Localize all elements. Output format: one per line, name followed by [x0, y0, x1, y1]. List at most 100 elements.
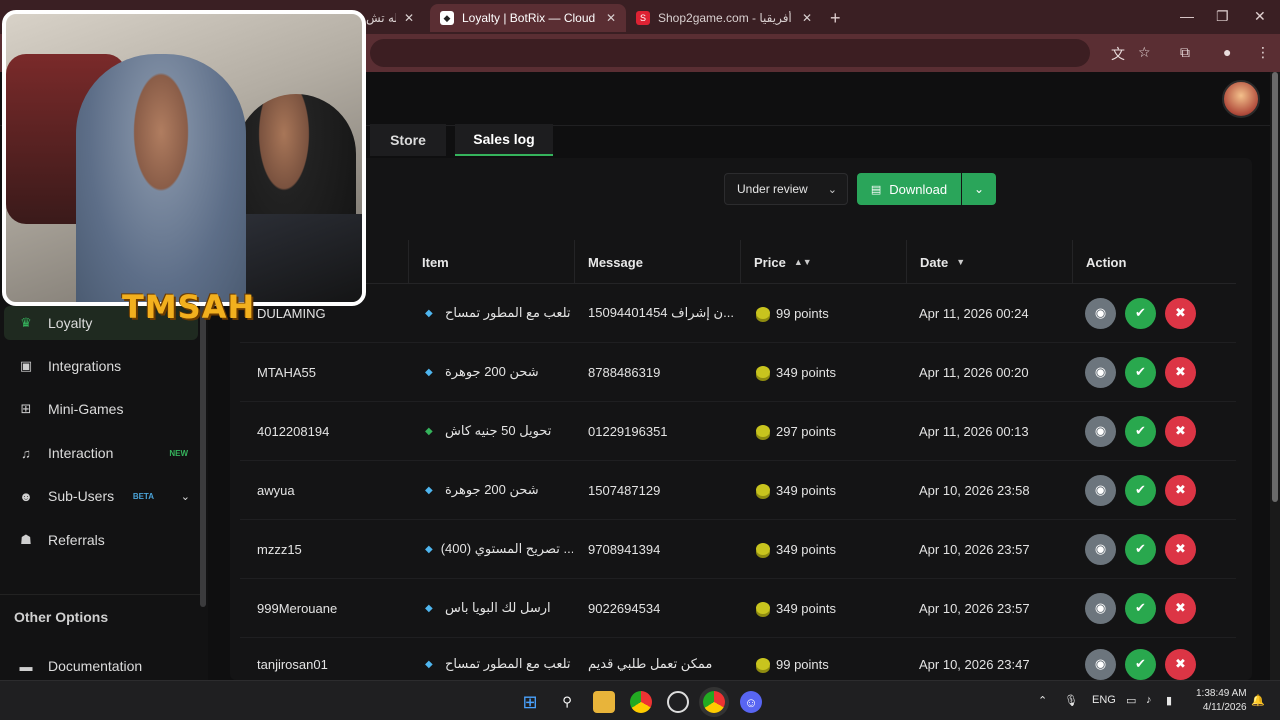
language-indicator[interactable]: ENG [1092, 694, 1116, 706]
approve-button[interactable]: ✔ [1125, 474, 1156, 506]
view-button[interactable]: ◉ [1085, 474, 1116, 506]
reject-button[interactable]: ✖ [1165, 533, 1196, 565]
file-explorer-icon[interactable] [593, 691, 615, 713]
view-button[interactable]: ◉ [1085, 533, 1116, 565]
table-header: Item Message Price ▲▼ Date ▼ Action [240, 240, 1236, 284]
action-cell: ◉ ✔ ✖ [1072, 343, 1236, 401]
browser-tab-1[interactable]: جوله تش ✕ [356, 4, 424, 32]
avatar[interactable] [1222, 80, 1260, 118]
close-icon[interactable]: ✕ [404, 11, 414, 25]
network-icon[interactable]: ▭ [1126, 694, 1136, 707]
approve-button[interactable]: ✔ [1125, 297, 1156, 329]
windows-start-icon[interactable]: ⊞ [519, 691, 541, 713]
approve-button[interactable]: ✔ [1125, 592, 1156, 624]
reject-button[interactable]: ✖ [1165, 297, 1196, 329]
referrals-icon: ☗ [20, 532, 32, 547]
reject-button[interactable]: ✖ [1165, 474, 1196, 506]
chevron-down-icon: ⌄ [973, 182, 985, 196]
browser-tab-2[interactable]: ◆ Loyalty | BotRix — Cloud Stream ✕ [430, 4, 626, 32]
column-header-label: Date [920, 254, 949, 270]
extensions-icon[interactable]: ⧉ [1180, 44, 1190, 61]
volume-icon[interactable]: ♪ [1146, 694, 1152, 706]
sort-desc-icon[interactable]: ▼ [956, 257, 965, 267]
page-scrollbar[interactable] [1270, 72, 1280, 680]
music-icon: ♫ [21, 445, 31, 461]
notification-icon[interactable]: 🔔 [1251, 694, 1265, 707]
approve-button[interactable]: ✔ [1125, 648, 1156, 680]
reject-button[interactable]: ✖ [1165, 415, 1196, 447]
search-icon[interactable]: ⚲ [556, 691, 578, 713]
download-options-button[interactable]: ⌄ [962, 173, 996, 205]
coins-icon [756, 425, 770, 437]
close-icon[interactable]: ✕ [802, 11, 812, 25]
battery-icon[interactable]: ▮ [1166, 694, 1172, 707]
item-label: تصريح المستوي (400) ... [440, 541, 573, 556]
item-cell: ◆ شحن 200 جوهرة [408, 343, 573, 401]
column-header-item: Item [408, 240, 574, 284]
date-cell: Apr 11, 2026 00:13 [919, 423, 1029, 439]
sidebar-item-referrals[interactable]: ☗ Referrals [4, 523, 198, 557]
message-cell: 9708941394 [588, 541, 661, 557]
sidebar-scrollbar[interactable] [200, 297, 206, 607]
sidebar-item-documentation[interactable]: ▬ Documentation [4, 649, 198, 683]
sidebar-item-sub-users[interactable]: ☻ Sub-Users BETA ⌄ [4, 479, 198, 513]
translate-icon[interactable]: 文 [1111, 44, 1125, 64]
sidebar-item-integrations[interactable]: ▣ Integrations [4, 349, 198, 383]
reject-button[interactable]: ✖ [1165, 648, 1196, 680]
chrome-icon[interactable] [630, 691, 652, 713]
tab-store[interactable]: Store [370, 124, 446, 156]
view-button[interactable]: ◉ [1085, 415, 1116, 447]
browser-tab-2-label: Loyalty | BotRix — Cloud Stream [462, 11, 598, 25]
action-cell: ◉ ✔ ✖ [1072, 520, 1236, 578]
sort-icon[interactable]: ▲▼ [794, 257, 812, 267]
minimize-icon[interactable]: — [1180, 8, 1194, 24]
browser-tab-1-label: جوله تش [366, 11, 396, 25]
view-button[interactable]: ◉ [1085, 356, 1116, 388]
download-button[interactable]: ▤ Download [857, 173, 961, 205]
sidebar-item-mini-games[interactable]: ⊞ Mini-Games [4, 392, 198, 426]
restore-icon[interactable]: ❐ [1216, 8, 1229, 25]
profile-icon[interactable]: ● [1223, 44, 1231, 60]
star-icon[interactable]: ☆ [1138, 44, 1151, 61]
check-icon: ✔ [1135, 656, 1146, 671]
chevron-up-icon[interactable]: ⌃ [1038, 694, 1047, 707]
browser-tab-3[interactable]: S Shop2game.com - شمال أفريقيا ✕ [626, 4, 822, 32]
action-cell: ◉ ✔ ✖ [1072, 284, 1236, 342]
view-button[interactable]: ◉ [1085, 592, 1116, 624]
reject-button[interactable]: ✖ [1165, 356, 1196, 388]
username-cell: awyua [257, 482, 295, 498]
approve-button[interactable]: ✔ [1125, 533, 1156, 565]
discord-icon[interactable]: ☺ [740, 691, 762, 713]
check-icon: ✔ [1135, 423, 1146, 438]
window-close-icon[interactable]: ✕ [1254, 8, 1266, 25]
new-badge: NEW [169, 448, 188, 458]
gem-icon: ◆ [425, 658, 433, 670]
new-tab-button[interactable]: + [830, 8, 841, 29]
message-cell: 9022694534 [588, 600, 661, 616]
chevron-down-icon: ⌄ [827, 183, 837, 196]
username-cell: MTAHA55 [257, 364, 316, 380]
scroll-thumb[interactable] [1272, 72, 1278, 502]
approve-button[interactable]: ✔ [1125, 415, 1156, 447]
sidebar-item-interaction[interactable]: ♫ Interaction NEW [4, 436, 198, 470]
item-cell: ◆ ارسل لك البويا باس [408, 579, 573, 637]
column-header-date[interactable]: Date ▼ [906, 240, 1072, 284]
action-cell: ◉ ✔ ✖ [1072, 579, 1236, 637]
view-button[interactable]: ◉ [1085, 297, 1116, 329]
menu-icon[interactable]: ⋮ [1256, 44, 1270, 61]
price-cell: 349 points [740, 520, 906, 578]
reject-button[interactable]: ✖ [1165, 592, 1196, 624]
sidebar-item-label: Mini-Games [48, 401, 124, 417]
address-bar[interactable] [370, 39, 1090, 67]
chrome-active-icon[interactable] [703, 691, 725, 713]
microphone-icon[interactable]: 🎙 [1064, 694, 1078, 707]
system-clock[interactable]: 1:38:49 AM 4/11/2026 [1196, 687, 1247, 715]
eye-icon: ◉ [1094, 305, 1107, 320]
tab-sales-log[interactable]: Sales log [455, 124, 553, 156]
view-button[interactable]: ◉ [1085, 648, 1116, 680]
obs-icon[interactable] [667, 691, 689, 713]
approve-button[interactable]: ✔ [1125, 356, 1156, 388]
status-filter-select[interactable]: Under review ⌄ [724, 173, 848, 205]
column-header-price[interactable]: Price ▲▼ [740, 240, 906, 284]
close-icon[interactable]: ✕ [606, 11, 616, 25]
